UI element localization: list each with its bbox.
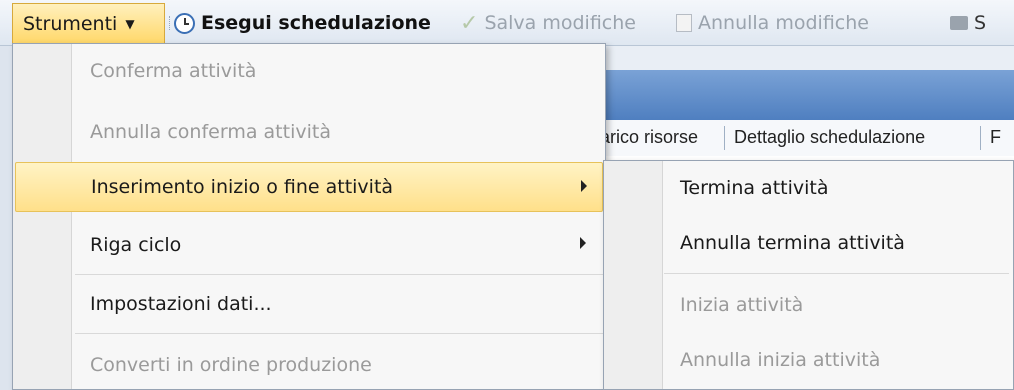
menu-item-inserimento-inizio-fine[interactable]: Inserimento inizio o fine attività [15,162,603,212]
strumenti-menu-button[interactable]: Strumenti ▼ [12,3,165,43]
stampa-label: S [974,12,987,34]
stampa-button[interactable]: S [950,0,986,46]
submenu-item-label: Inizia attività [680,294,804,316]
salva-modifiche-button[interactable]: ✓ Salva modifiche [460,0,636,46]
annulla-label: Annulla modifiche [698,12,869,34]
menu-item-label: Inserimento inizio o fine attività [91,176,394,198]
tab-carico-risorse[interactable]: arico risorse [600,127,698,148]
menu-item-label: Converti in ordine produzione [90,354,372,376]
view-tabs: arico risorse Dettaglio schedulazione F [600,120,1014,157]
submenu-item-label: Termina attività [680,177,829,199]
esegui-schedulazione-button[interactable]: Esegui schedulazione [174,0,431,46]
tab-separator [980,126,981,150]
submenu-item-inizia-attivita[interactable]: Inizia attività [604,280,1013,330]
menu-item-label: Conferma attività [90,60,257,82]
submenu-arrow-icon [581,180,587,192]
strumenti-label: Strumenti [23,12,118,35]
submenu-item-annulla-inizia-attivita[interactable]: Annulla inizia attività [604,335,1013,385]
menu-item-riga-ciclo[interactable]: Riga ciclo [13,220,605,270]
tab-separator [724,126,725,150]
menu-separator [664,273,1009,274]
toolbar-separator [169,16,172,30]
menu-item-label: Impostazioni dati... [90,293,272,315]
strumenti-dropdown-menu: Conferma attività Annulla conferma attiv… [12,43,606,390]
checkmark-icon: ✓ [460,10,479,36]
header-band [600,70,1014,120]
chevron-down-icon: ▼ [125,16,135,31]
salva-label: Salva modifiche [484,12,636,34]
submenu-item-annulla-termina-attivita[interactable]: Annulla termina attività [604,218,1013,268]
printer-icon [950,16,968,30]
submenu-arrow-icon [580,237,586,249]
submenu-item-termina-attivita[interactable]: Termina attività [604,163,1013,213]
esegui-label: Esegui schedulazione [201,12,431,34]
clock-icon [174,12,195,34]
menu-item-impostazioni-dati[interactable]: Impostazioni dati... [13,279,605,329]
submenu-item-label: Annulla inizia attività [680,349,881,371]
tab-dettaglio-schedulazione[interactable]: Dettaglio schedulazione [734,127,925,148]
submenu-item-label: Annulla termina attività [680,232,905,254]
annulla-modifiche-button[interactable]: Annulla modifiche [676,0,869,46]
menu-item-annulla-conferma-attivita[interactable]: Annulla conferma attività [13,107,605,157]
toolbar: Strumenti ▼ Esegui schedulazione ✓ Salva… [0,0,1014,46]
menu-item-label: Annulla conferma attività [90,121,331,143]
tab-next[interactable]: F [990,127,1001,148]
document-undo-icon [676,14,692,32]
inserimento-submenu: Termina attività Annulla termina attivit… [603,160,1014,390]
menu-separator [75,333,603,334]
menu-item-label: Riga ciclo [90,234,182,256]
menu-separator [75,274,603,275]
menu-item-conferma-attivita[interactable]: Conferma attività [13,46,605,96]
menu-item-converti-ordine-produzione[interactable]: Converti in ordine produzione [13,340,605,390]
